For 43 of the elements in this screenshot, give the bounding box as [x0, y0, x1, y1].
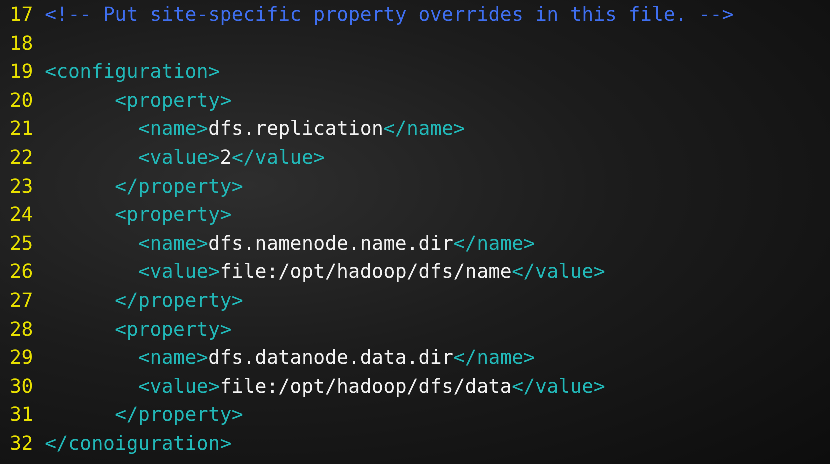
line-number: 21 [9, 116, 34, 142]
tag-value: 2 [220, 144, 232, 171]
line-number: 28 [9, 316, 34, 343]
xml-tag: <value> [45, 372, 220, 402]
line-number: 18 [9, 30, 34, 57]
tag-value: dfs.datanode.data.dir [208, 345, 454, 372]
line-number: 20 [9, 88, 34, 114]
line-number: 24 [9, 202, 34, 228]
xml-tag: </name> [454, 230, 536, 258]
xml-tag: </name> [454, 344, 536, 373]
tag-value: dfs.replication [208, 116, 384, 142]
xml-tag: <name> [45, 230, 208, 258]
xml-tag: </name> [384, 115, 466, 144]
xml-tag: </property> [45, 172, 244, 202]
xml-tag: <value> [45, 144, 220, 173]
tag-value: file:/opt/hadoop/dfs/data [220, 374, 512, 400]
line-number: 22 [9, 144, 34, 171]
tag-value: file:/opt/hadoop/dfs/name [220, 259, 512, 286]
xml-tag: <name> [45, 115, 208, 144]
xml-tag: <name> [45, 344, 208, 373]
line-number: 30 [9, 374, 34, 400]
line-number: 25 [9, 230, 34, 257]
xml-tag: <property> [45, 86, 232, 116]
comment-text: <!-- Put site-specific property overrides in this file. --> [45, 2, 734, 28]
xml-tag: <property> [45, 201, 232, 230]
line-number: 29 [9, 345, 34, 372]
xml-tag: </property> [45, 286, 244, 316]
line-number: 32 [9, 430, 34, 457]
line-number: 23 [9, 174, 34, 200]
xml-tag: <configuration> [45, 58, 220, 87]
xml-tag: </property> [45, 401, 244, 430]
xml-tag: </value> [512, 258, 606, 287]
xml-tag: <value> [45, 258, 220, 287]
line-number: 26 [9, 259, 34, 286]
line-number: 31 [9, 402, 34, 428]
tag-value: dfs.namenode.name.dir [208, 230, 454, 257]
xml-tag: <property> [45, 316, 232, 344]
line-number: 19 [9, 59, 34, 86]
xml-tag: </conoiguration> [45, 430, 232, 458]
xml-tag: </value> [232, 144, 326, 173]
line-number: 17 [9, 2, 34, 28]
xml-tag: </value> [512, 372, 606, 402]
line-number: 27 [9, 288, 34, 314]
